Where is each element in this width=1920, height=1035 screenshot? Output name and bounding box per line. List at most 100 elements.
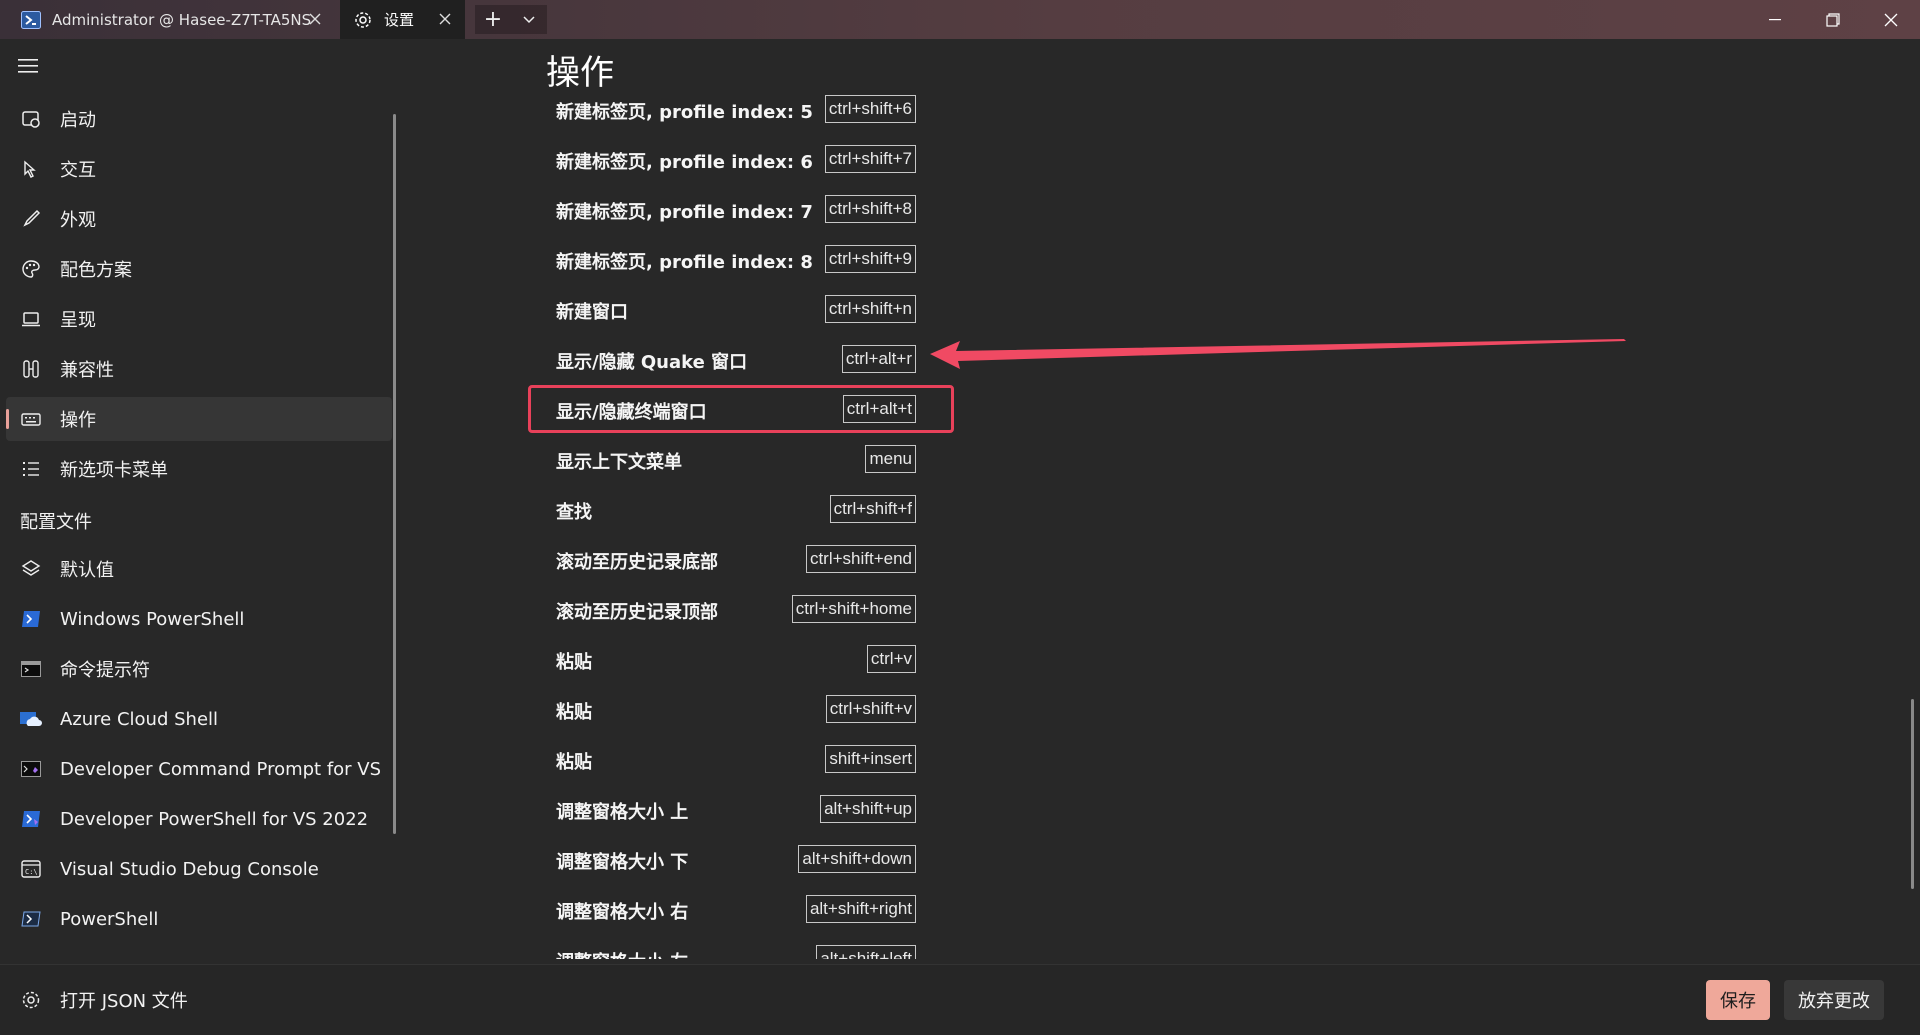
sidebar-item-command-prompt[interactable]: 命令提示符	[6, 647, 392, 691]
action-row[interactable]: 显示上下文菜单 menu	[556, 445, 916, 475]
key-binding[interactable]: ctrl+alt+r	[841, 345, 916, 373]
key-binding[interactable]: ctrl+v	[866, 645, 916, 673]
key-binding[interactable]: alt+shift+down	[798, 845, 916, 873]
restore-icon	[1826, 12, 1840, 27]
sidebar-item-azure-cloud-shell[interactable]: Azure Cloud Shell	[6, 697, 392, 741]
key-binding[interactable]: ctrl+shift+n	[824, 295, 916, 323]
key-binding[interactable]: ctrl+shift+6	[824, 95, 916, 123]
page-title: 操作	[546, 53, 614, 93]
actions-page: 操作 新建标签页, profile index: 5 ctrl+shift+6 …	[400, 39, 1920, 959]
action-row[interactable]: 新建标签页, profile index: 7 ctrl+shift+8	[556, 195, 916, 225]
window-close-button[interactable]	[1862, 0, 1920, 39]
sidebar-item-label: 默认值	[60, 560, 114, 581]
menu-toggle-button[interactable]	[18, 58, 42, 82]
sidebar-item-developer-command-prompt[interactable]: Developer Command Prompt for VS 2022	[6, 747, 392, 791]
tab-settings[interactable]: 设置	[340, 0, 465, 39]
sidebar-scrollbar[interactable]	[393, 114, 396, 834]
launch-icon	[20, 108, 42, 130]
key-binding[interactable]: alt+shift+left	[816, 945, 916, 959]
sidebar-item-interaction[interactable]: 交互	[6, 147, 392, 191]
profiles-header: 配置文件	[20, 512, 92, 533]
key-binding[interactable]: alt+shift+right	[805, 895, 916, 923]
action-name: 显示/隐藏 Quake 窗口	[556, 352, 748, 373]
discard-changes-button[interactable]: 放弃更改	[1784, 980, 1884, 1020]
sidebar-item-actions[interactable]: 操作	[6, 397, 392, 441]
highlight-annotation	[528, 385, 954, 433]
minimize-button[interactable]	[1746, 0, 1804, 39]
sidebar-item-label: 操作	[60, 410, 96, 431]
open-json-label: 打开 JSON 文件	[60, 991, 188, 1012]
key-binding[interactable]: ctrl+shift+9	[824, 245, 916, 273]
sidebar-item-powershell[interactable]: PowerShell	[6, 897, 392, 941]
sidebar-item-appearance[interactable]: 外观	[6, 197, 392, 241]
sidebar-item-label: Windows PowerShell	[60, 608, 245, 630]
action-row[interactable]: 调整窗格大小 下 alt+shift+down	[556, 845, 916, 875]
interaction-icon	[20, 158, 42, 180]
key-binding[interactable]: ctrl+shift+end	[805, 545, 916, 573]
sidebar-item-compatibility[interactable]: 兼容性	[6, 347, 392, 391]
sidebar-item-label: Visual Studio Debug Console	[60, 858, 319, 880]
action-name: 调整窗格大小 右	[556, 902, 689, 923]
action-row[interactable]: 新建标签页, profile index: 6 ctrl+shift+7	[556, 145, 916, 175]
key-binding[interactable]: ctrl+shift+v	[825, 695, 916, 723]
sidebar-item-developer-powershell[interactable]: Developer PowerShell for VS 2022	[6, 797, 392, 841]
close-icon[interactable]	[435, 9, 455, 29]
action-row[interactable]: 调整窗格大小 右 alt+shift+right	[556, 895, 916, 925]
action-row[interactable]: 滚动至历史记录底部 ctrl+shift+end	[556, 545, 916, 575]
action-row[interactable]: 粘贴 ctrl+shift+v	[556, 695, 916, 725]
key-binding[interactable]: menu	[865, 445, 916, 473]
sidebar-item-rendering[interactable]: 呈现	[6, 297, 392, 341]
action-row[interactable]: 粘贴 shift+insert	[556, 745, 916, 775]
cmd-icon	[20, 658, 42, 680]
action-row[interactable]: 调整窗格大小 上 alt+shift+up	[556, 795, 916, 825]
keyboard-icon	[20, 408, 42, 430]
restore-button[interactable]	[1804, 0, 1862, 39]
open-json-button[interactable]: 打开 JSON 文件	[6, 978, 188, 1022]
action-name: 新建标签页, profile index: 6	[556, 152, 813, 173]
action-row[interactable]: 显示/隐藏 Quake 窗口 ctrl+alt+r	[556, 345, 916, 375]
sidebar-item-label: 呈现	[60, 310, 96, 331]
save-button[interactable]: 保存	[1706, 980, 1770, 1020]
action-row[interactable]: 查找 ctrl+shift+f	[556, 495, 916, 525]
hamburger-icon	[18, 59, 38, 73]
sidebar-item-vs-debug-console[interactable]: C:\ Visual Studio Debug Console	[6, 847, 392, 891]
tab-dropdown-button[interactable]	[511, 5, 547, 34]
action-name: 调整窗格大小 左	[556, 948, 688, 959]
sidebar-item-label: Azure Cloud Shell	[60, 708, 219, 730]
sidebar-item-label: 交互	[60, 160, 96, 181]
dev-powershell-icon	[20, 808, 42, 830]
sidebar-item-label: 命令提示符	[60, 660, 150, 681]
key-binding[interactable]: ctrl+shift+f	[829, 495, 916, 523]
compatibility-icon	[20, 358, 42, 380]
action-name: 滚动至历史记录顶部	[556, 602, 718, 623]
key-binding[interactable]: ctrl+shift+7	[824, 145, 916, 173]
new-tab-button[interactable]: +	[475, 5, 511, 34]
action-row[interactable]: 新建标签页, profile index: 8 ctrl+shift+9	[556, 245, 916, 275]
palette-icon	[20, 258, 42, 280]
action-name: 查找	[556, 502, 592, 523]
sidebar-item-label: 新选项卡菜单	[60, 460, 168, 481]
key-binding[interactable]: alt+shift+up	[820, 795, 916, 823]
sidebar-item-launch[interactable]: 启动	[6, 97, 392, 141]
key-binding[interactable]: shift+insert	[825, 745, 916, 773]
sidebar-item-label: 外观	[60, 210, 96, 231]
action-row[interactable]: 新建窗口 ctrl+shift+n	[556, 295, 916, 325]
sidebar-item-color-schemes[interactable]: 配色方案	[6, 247, 392, 291]
laptop-icon	[20, 308, 42, 330]
action-row[interactable]: 滚动至历史记录顶部 ctrl+shift+home	[556, 595, 916, 625]
action-row[interactable]: 粘贴 ctrl+v	[556, 645, 916, 675]
minimize-icon	[1769, 18, 1781, 20]
action-row[interactable]: 调整窗格大小 左 alt+shift+left	[556, 945, 916, 959]
action-row[interactable]: 新建标签页, profile index: 5 ctrl+shift+6	[556, 95, 916, 125]
dev-cmd-icon	[20, 758, 42, 780]
plus-icon: +	[483, 7, 503, 32]
tab-terminal[interactable]: Administrator @ Hasee-Z7T-TA5NS	[0, 0, 335, 39]
key-binding[interactable]: ctrl+shift+8	[824, 195, 916, 223]
close-icon[interactable]	[305, 9, 325, 29]
sidebar-item-new-tab-menu[interactable]: 新选项卡菜单	[6, 447, 392, 491]
sidebar-item-windows-powershell[interactable]: Windows PowerShell	[6, 597, 392, 641]
sidebar-item-defaults[interactable]: 默认值	[6, 547, 392, 591]
main-scrollbar[interactable]	[1911, 699, 1914, 889]
gear-icon	[352, 9, 374, 31]
key-binding[interactable]: ctrl+shift+home	[791, 595, 916, 623]
